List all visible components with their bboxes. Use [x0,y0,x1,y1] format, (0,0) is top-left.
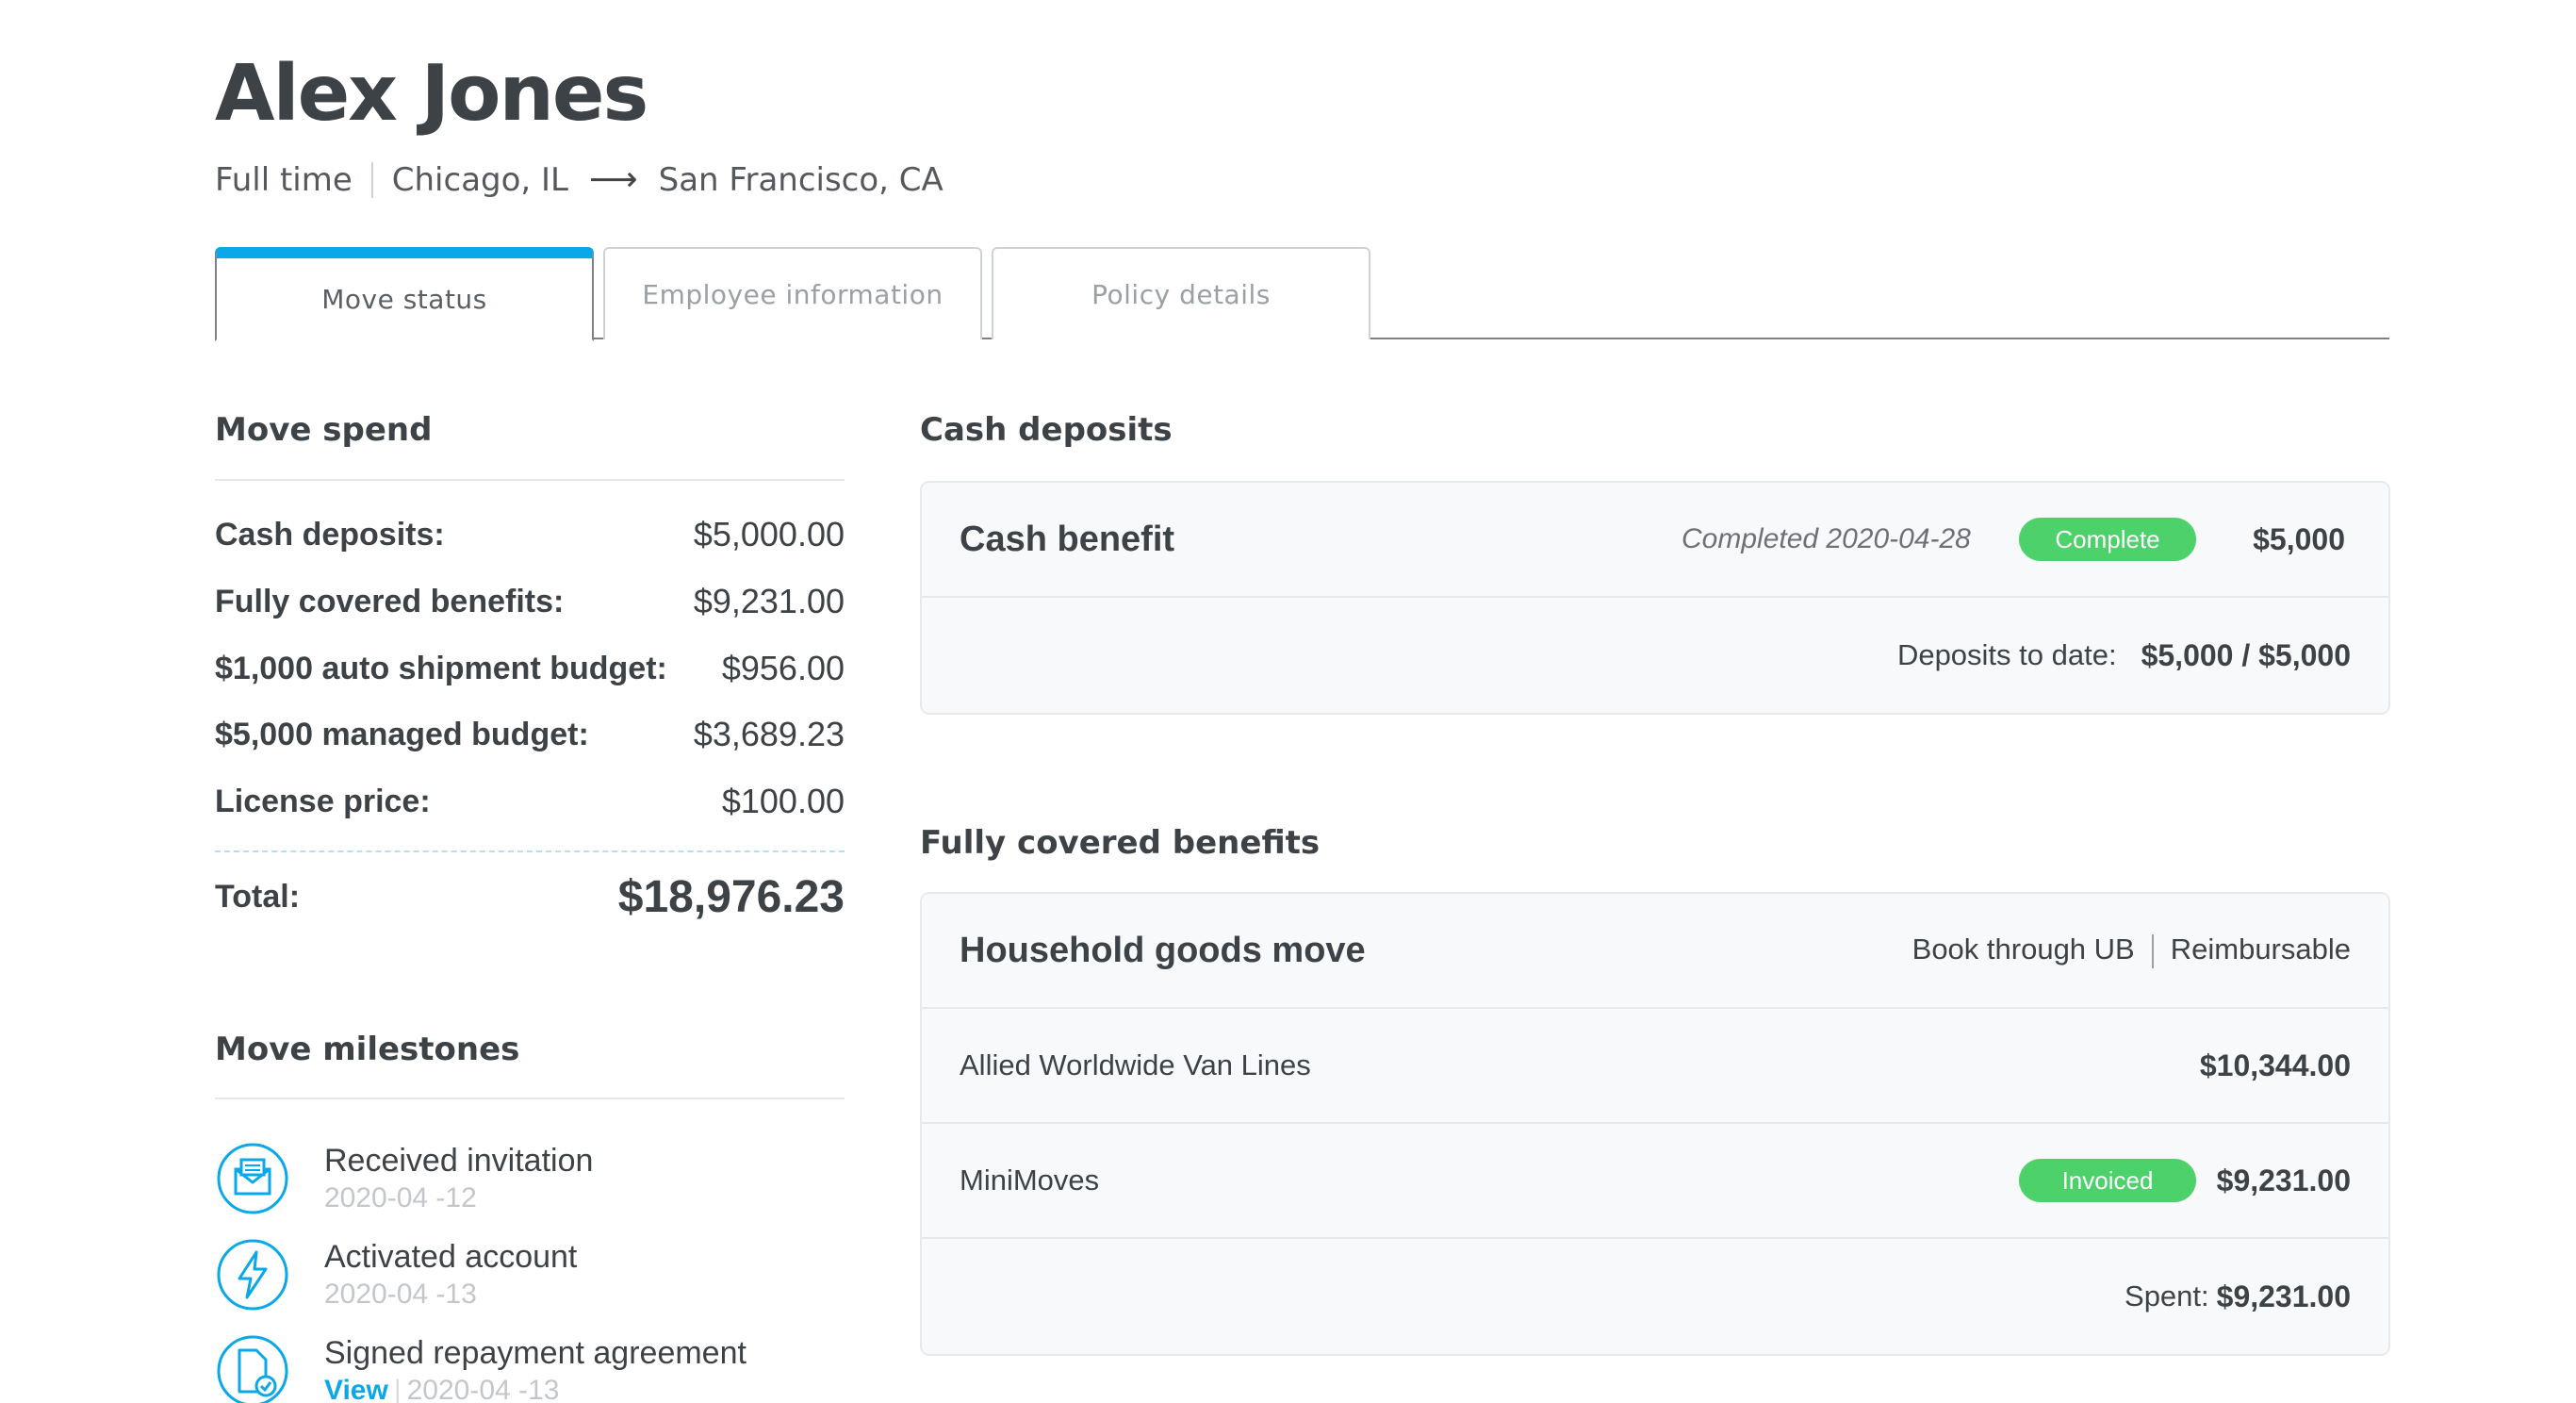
spend-label: $5,000 managed budget: [215,716,589,752]
spend-value: $956.00 [721,649,845,687]
status-badge: Complete [2019,518,2196,561]
milestone-title: Received invitation [324,1143,594,1179]
household-goods-row: Household goods move Book through UB Reim… [922,894,2388,1009]
deposits-to-date-row: Deposits to date: $5,000 / $5,000 [922,598,2388,713]
milestone-item: Signed repayment agreement View | 2020-04 … [215,1333,747,1403]
cash-benefit-amount: $5,000 [2253,521,2345,556]
spend-row: Fully covered benefits: $9,231.00 [215,582,845,621]
vendor-name: MiniMoves [960,1164,1100,1197]
milestone-title: Signed repayment agreement [324,1335,747,1371]
subline-divider [370,161,373,198]
envelope-icon [217,1143,288,1214]
vendor-name: Allied Worldwide Van Lines [960,1048,1311,1081]
tag-divider [2151,933,2154,968]
spend-label: License price: [215,783,431,819]
cash-benefit-title: Cash benefit [960,519,1175,559]
benefit-tags: Book through UB Reimbursable [1912,933,2351,968]
completed-date: Completed 2020-04-28 [1682,523,1971,554]
spend-total-row: Total: $18,976.23 [215,871,845,923]
milestone-item: Received invitation 2020-04 -12 [215,1141,593,1216]
divider [215,479,845,481]
spend-label: $1,000 auto shipment budget: [215,650,667,686]
vendor-amount: $10,344.00 [2199,1048,2351,1082]
cash-benefit-row: Cash benefit Completed 2020-04-28 Comple… [922,483,2388,598]
date-divider: | [393,1375,402,1403]
spend-label: Fully covered benefits: [215,583,565,619]
milestone-date: 2020-04 -13 [324,1279,477,1310]
spend-value: $9,231.00 [693,582,845,620]
spend-row: $1,000 auto shipment budget: $956.00 [215,649,845,688]
spend-value: $100.00 [721,782,845,820]
deposits-to-date-label: Deposits to date: [1896,638,2117,671]
total-label: Total: [215,879,301,915]
divider [215,1098,845,1099]
reimbursable-tag: Reimbursable [2170,933,2351,966]
spend-value: $3,689.23 [693,715,845,753]
lightning-icon [217,1239,288,1311]
spend-value: $5,000.00 [693,515,845,553]
cash-deposits-card: Cash benefit Completed 2020-04-28 Comple… [920,481,2390,715]
vendor-row: MiniMoves Invoiced $9,231.00 [922,1124,2388,1239]
book-through-tag: Book through UB [1911,933,2135,966]
milestone-title: Activated account [324,1239,578,1275]
fully-covered-card: Household goods move Book through UB Reim… [920,892,2390,1356]
invoiced-badge: Invoiced [2019,1159,2196,1202]
household-goods-title: Household goods move [960,930,1366,970]
destination-city: San Francisco, CA [658,160,943,199]
spent-value: $9,231.00 [2216,1279,2351,1313]
spend-row: Cash deposits: $5,000.00 [215,515,845,554]
spent-label: Spent: [2125,1279,2209,1312]
origin-city: Chicago, IL [391,160,568,199]
milestone-date: 2020-04 -13 [406,1375,560,1403]
signed-document-icon [217,1335,288,1403]
milestone-item: Activated account 2020-04 -13 [215,1237,577,1312]
move-milestones-heading: Move milestones [215,1031,520,1068]
tab-employee-information[interactable]: Employee information [603,247,982,339]
move-spend-heading: Move spend [215,411,433,449]
page: Alex Jones Full time Chicago, IL ⟶ San F… [0,0,2576,1403]
fully-covered-heading: Fully covered benefits [920,824,1321,862]
tab-policy-details[interactable]: Policy details [992,247,1370,339]
spend-row: License price: $100.00 [215,782,845,821]
view-agreement-link[interactable]: View [324,1375,388,1403]
spend-label: Cash deposits: [215,516,445,553]
spent-row: Spent: $9,231.00 [922,1239,2388,1354]
deposits-to-date-value: $5,000 / $5,000 [2141,637,2351,672]
employment-type: Full time [215,160,353,199]
cash-deposits-heading: Cash deposits [920,411,1173,449]
milestone-date: 2020-04 -12 [324,1182,477,1213]
milestone-date-line: View | 2020-04 -13 [324,1373,747,1403]
total-divider [215,850,845,852]
total-value: $18,976.23 [617,872,845,922]
spend-row: $5,000 managed budget: $3,689.23 [215,715,845,754]
tab-move-status[interactable]: Move status [215,247,594,341]
employee-name: Alex Jones [215,49,648,139]
employee-subline: Full time Chicago, IL ⟶ San Francisco, C… [215,160,943,199]
vendor-row: Allied Worldwide Van Lines $10,344.00 [922,1009,2388,1124]
vendor-amount: $9,231.00 [2216,1163,2351,1197]
tab-bar: Move status Employee information Policy … [215,247,2389,341]
arrow-right-icon: ⟶ [589,160,638,199]
